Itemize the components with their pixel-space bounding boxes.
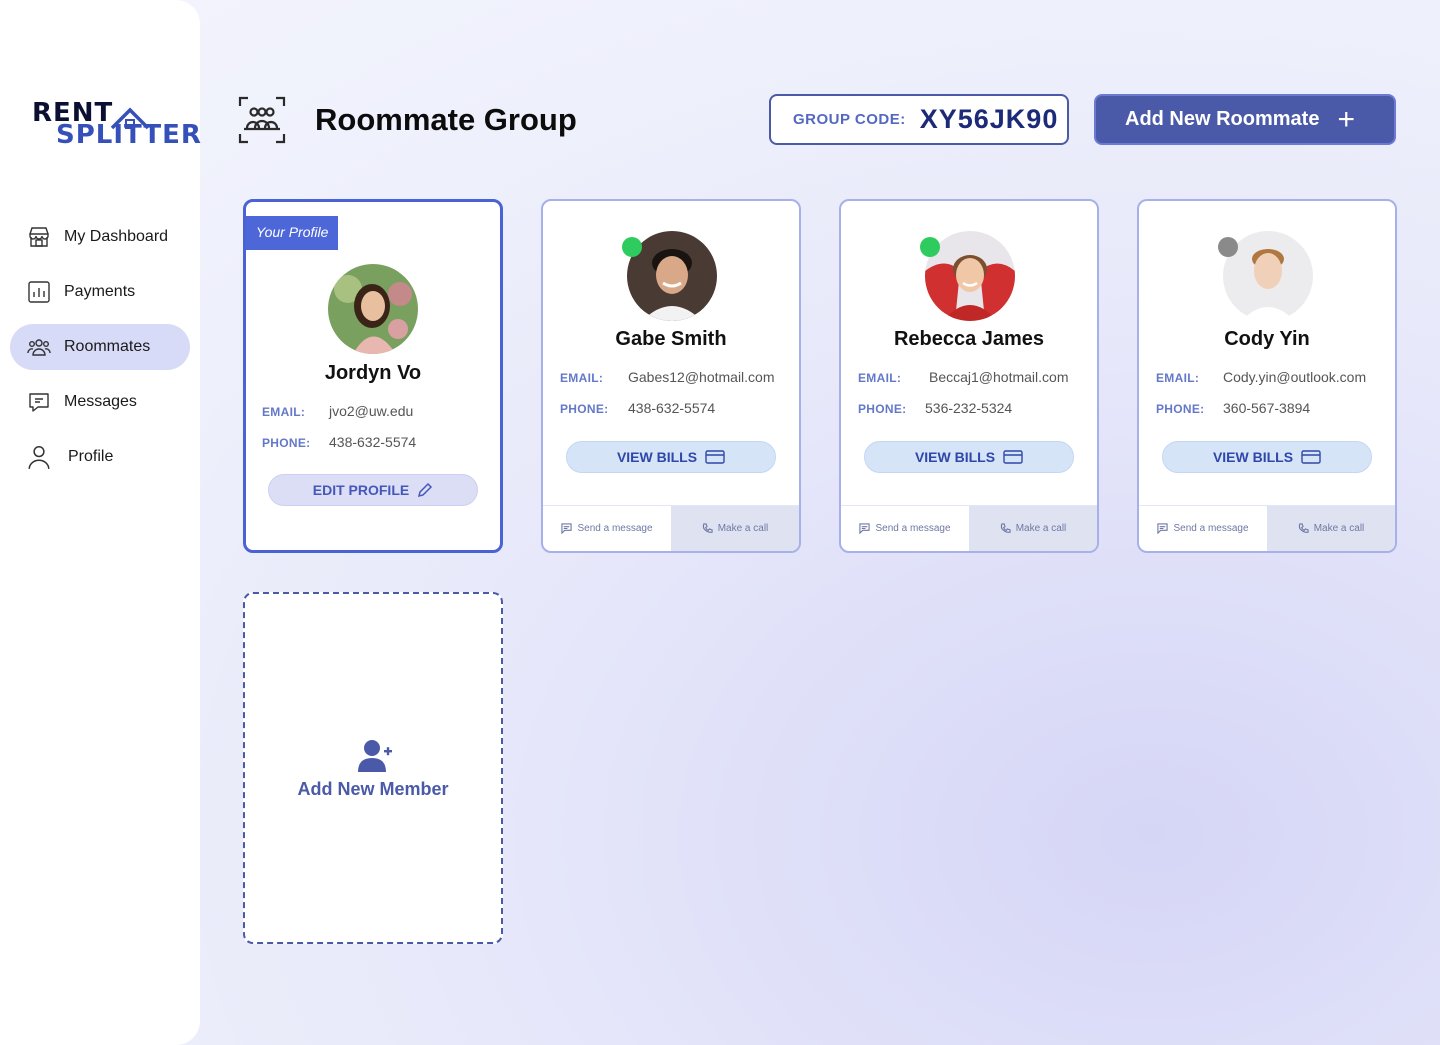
phone-value[interactable]: 438-632-5574 — [628, 400, 715, 416]
email-value[interactable]: jvo2@uw.edu — [329, 403, 413, 419]
sidebar-nav: My Dashboard Payments Roommates Messages… — [10, 214, 190, 489]
card-actions: Send a message Make a call — [543, 505, 799, 551]
my-profile-card: Your Profile Jordyn Vo EMAIL: jvo2@uw.ed… — [243, 199, 503, 553]
email-label: EMAIL: — [858, 371, 902, 385]
sidebar-item-label: Profile — [68, 448, 114, 465]
make-call-label: Make a call — [1313, 523, 1365, 534]
group-code-value: XY56JK90 — [919, 104, 1059, 134]
avatar[interactable] — [328, 264, 418, 354]
users-icon — [26, 334, 52, 360]
send-message-button[interactable]: Send a message — [543, 506, 671, 551]
group-code-box[interactable]: GROUP CODE: XY56JK90 — [769, 94, 1069, 145]
card-icon — [1003, 449, 1023, 465]
sidebar-item-profile[interactable]: Profile — [10, 434, 190, 480]
profile-name: Jordyn Vo — [324, 362, 422, 384]
make-call-label: Make a call — [717, 523, 769, 534]
card-actions: Send a message Make a call — [841, 505, 1097, 551]
send-message-button[interactable]: Send a message — [1139, 506, 1267, 551]
sidebar-item-label: Roommates — [64, 338, 151, 355]
email-value[interactable]: Cody.yin@outlook.com — [1223, 369, 1366, 385]
card-actions: Send a message Make a call — [1139, 505, 1395, 551]
sidebar: RENT SPLITTER My Dashboard Payments Room… — [0, 0, 201, 1045]
edit-profile-label: EDIT PROFILE — [312, 482, 410, 498]
view-bills-button[interactable]: VIEW BILLS — [864, 441, 1074, 473]
make-call-button[interactable]: Make a call — [1267, 506, 1395, 551]
sidebar-item-roommates[interactable]: Roommates — [10, 324, 190, 370]
add-new-member-label: Add New Member — [297, 779, 449, 799]
your-profile-badge: Your Profile — [246, 216, 339, 250]
group-code-label: GROUP CODE: — [793, 111, 906, 128]
store-icon — [26, 224, 52, 250]
phone-label: PHONE: — [1156, 402, 1205, 416]
phone-value[interactable]: 438-632-5574 — [329, 434, 416, 450]
roommate-name: Gabe Smith — [615, 328, 727, 350]
send-message-label: Send a message — [577, 523, 653, 534]
sidebar-item-label: Payments — [64, 283, 136, 300]
rent-splitter-logo[interactable]: RENT SPLITTER — [32, 98, 201, 150]
status-indicator — [920, 237, 940, 257]
roommate-card: Cody Yin EMAIL: Cody.yin@outlook.com PHO… — [1137, 199, 1397, 553]
view-bills-button[interactable]: VIEW BILLS — [566, 441, 776, 473]
roommate-card: Rebecca James EMAIL: Beccaj1@hotmail.com… — [839, 199, 1099, 553]
message-icon — [26, 389, 52, 415]
add-new-roommate-button[interactable]: Add New Roommate + — [1094, 94, 1396, 145]
view-bills-label: VIEW BILLS — [616, 449, 698, 465]
user-icon — [26, 444, 52, 470]
send-message-label: Send a message — [875, 523, 951, 534]
pencil-icon — [417, 482, 433, 498]
phone-value[interactable]: 536-232-5324 — [925, 400, 1012, 416]
add-roommate-label: Add New Roommate — [1125, 108, 1320, 130]
make-call-label: Make a call — [1015, 523, 1067, 534]
chart-icon — [26, 279, 52, 305]
sidebar-item-dashboard[interactable]: My Dashboard — [10, 214, 190, 260]
sidebar-item-payments[interactable]: Payments — [10, 269, 190, 315]
house-roof-icon — [110, 107, 150, 130]
chat-icon — [859, 523, 871, 534]
sidebar-item-messages[interactable]: Messages — [10, 379, 190, 425]
card-icon — [705, 449, 725, 465]
send-message-button[interactable]: Send a message — [841, 506, 969, 551]
email-label: EMAIL: — [560, 371, 604, 385]
add-user-icon — [358, 738, 394, 779]
email-value[interactable]: Beccaj1@hotmail.com — [929, 369, 1069, 385]
make-call-button[interactable]: Make a call — [671, 506, 799, 551]
phone-icon — [702, 523, 713, 533]
email-label: EMAIL: — [1156, 371, 1200, 385]
phone-label: PHONE: — [858, 402, 907, 416]
sidebar-item-label: My Dashboard — [64, 228, 169, 245]
card-icon — [1301, 449, 1321, 465]
phone-icon — [1000, 523, 1011, 533]
group-scan-icon — [238, 96, 286, 149]
roommate-name: Rebecca James — [893, 328, 1045, 350]
status-indicator — [622, 237, 642, 257]
phone-label: PHONE: — [262, 436, 311, 450]
view-bills-label: VIEW BILLS — [1212, 449, 1294, 465]
send-message-label: Send a message — [1173, 523, 1249, 534]
edit-profile-button[interactable]: EDIT PROFILE — [268, 474, 478, 506]
roommate-name: Cody Yin — [1224, 328, 1310, 350]
plus-icon: + — [1337, 102, 1355, 136]
sidebar-item-label: Messages — [64, 393, 137, 410]
view-bills-button[interactable]: VIEW BILLS — [1162, 441, 1372, 473]
chat-icon — [1157, 523, 1169, 534]
make-call-button[interactable]: Make a call — [969, 506, 1097, 551]
chat-icon — [561, 523, 573, 534]
phone-label: PHONE: — [560, 402, 609, 416]
phone-icon — [1298, 523, 1309, 533]
add-new-member-card[interactable]: Add New Member — [243, 592, 503, 944]
email-value[interactable]: Gabes12@hotmail.com — [628, 369, 775, 385]
roommate-card: Gabe Smith EMAIL: Gabes12@hotmail.com PH… — [541, 199, 801, 553]
email-label: EMAIL: — [262, 405, 306, 419]
view-bills-label: VIEW BILLS — [914, 449, 996, 465]
status-indicator — [1218, 237, 1238, 257]
phone-value[interactable]: 360-567-3894 — [1223, 400, 1310, 416]
page-title: Roommate Group — [315, 102, 577, 137]
